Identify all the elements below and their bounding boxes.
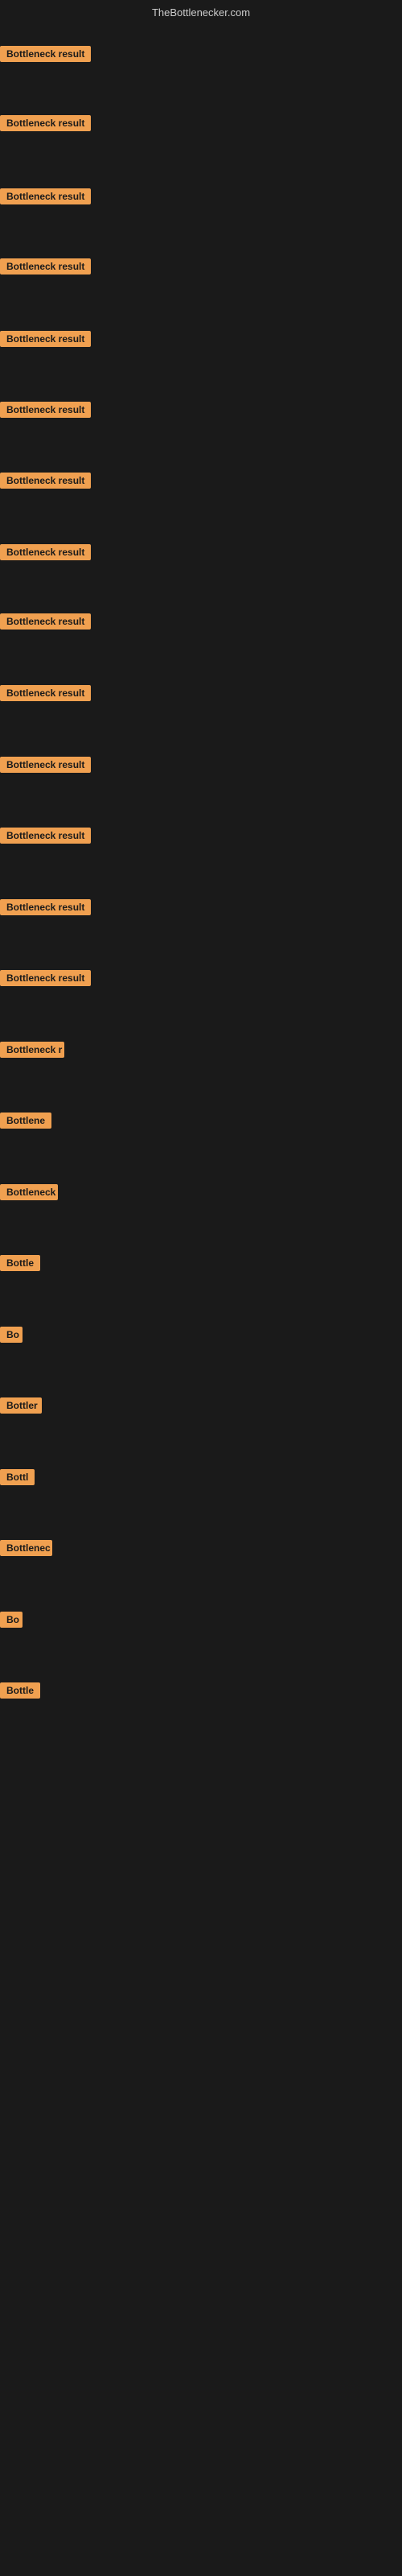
bottleneck-result-badge[interactable]: Bottler: [0, 1397, 42, 1414]
bottleneck-result-badge[interactable]: Bottlenec: [0, 1540, 52, 1556]
bottleneck-result-badge[interactable]: Bottlene: [0, 1113, 51, 1129]
bottleneck-badge-row: Bottleneck result: [0, 970, 91, 990]
bottleneck-badge-row: Bottleneck result: [0, 46, 91, 66]
bottleneck-badge-row: Bottle: [0, 1255, 40, 1275]
bottleneck-badge-row: Bottleneck result: [0, 899, 91, 919]
bottleneck-badge-row: Bottleneck result: [0, 473, 91, 493]
bottleneck-result-badge[interactable]: Bottleneck result: [0, 402, 91, 418]
bottleneck-badge-row: Bo: [0, 1327, 23, 1347]
bottleneck-result-badge[interactable]: Bottleneck result: [0, 46, 91, 62]
bottleneck-badge-row: Bottleneck result: [0, 115, 91, 135]
bottleneck-badge-row: Bottlenec: [0, 1540, 52, 1560]
bottleneck-badge-row: Bottlene: [0, 1113, 51, 1133]
bottleneck-result-badge[interactable]: Bo: [0, 1327, 23, 1343]
bottleneck-badge-row: Bottleneck result: [0, 258, 91, 279]
bottleneck-badge-row: Bottleneck result: [0, 613, 91, 634]
bottleneck-result-badge[interactable]: Bottleneck result: [0, 115, 91, 131]
bottleneck-badge-row: Bottleneck result: [0, 331, 91, 351]
bottleneck-badge-row: Bottleneck result: [0, 685, 91, 705]
bottleneck-result-badge[interactable]: Bo: [0, 1612, 23, 1628]
site-header: TheBottlenecker.com: [0, 0, 402, 22]
bottleneck-result-badge[interactable]: Bottleneck result: [0, 828, 91, 844]
bottleneck-result-badge[interactable]: Bottleneck result: [0, 544, 91, 560]
bottleneck-result-badge[interactable]: Bottleneck result: [0, 685, 91, 701]
bottleneck-result-badge[interactable]: Bottleneck result: [0, 331, 91, 347]
bottleneck-badge-row: Bottleneck result: [0, 402, 91, 422]
bottleneck-result-badge[interactable]: Bottleneck r: [0, 1042, 64, 1058]
bottleneck-badge-row: Bottleneck: [0, 1184, 58, 1204]
bottleneck-result-badge[interactable]: Bottleneck result: [0, 757, 91, 773]
bottleneck-result-badge[interactable]: Bottl: [0, 1469, 35, 1485]
bottleneck-badge-row: Bottle: [0, 1682, 40, 1703]
bottleneck-badge-row: Bottleneck r: [0, 1042, 64, 1062]
bottleneck-result-badge[interactable]: Bottleneck result: [0, 473, 91, 489]
bottleneck-result-badge[interactable]: Bottleneck result: [0, 258, 91, 275]
bottleneck-badge-row: Bottleneck result: [0, 828, 91, 848]
bottleneck-badge-row: Bottleneck result: [0, 757, 91, 777]
bottleneck-badge-row: Bottler: [0, 1397, 42, 1418]
bottleneck-result-badge[interactable]: Bottleneck result: [0, 970, 91, 986]
bottleneck-result-badge[interactable]: Bottle: [0, 1255, 40, 1271]
bottleneck-result-badge[interactable]: Bottle: [0, 1682, 40, 1699]
bottleneck-result-badge[interactable]: Bottleneck result: [0, 899, 91, 915]
bottleneck-result-badge[interactable]: Bottleneck result: [0, 613, 91, 630]
bottleneck-result-badge[interactable]: Bottleneck result: [0, 188, 91, 204]
bottleneck-badge-row: Bottleneck result: [0, 188, 91, 208]
bottleneck-result-badge[interactable]: Bottleneck: [0, 1184, 58, 1200]
bottleneck-badge-row: Bottl: [0, 1469, 35, 1489]
bottleneck-badge-row: Bottleneck result: [0, 544, 91, 564]
bottleneck-badge-row: Bo: [0, 1612, 23, 1632]
